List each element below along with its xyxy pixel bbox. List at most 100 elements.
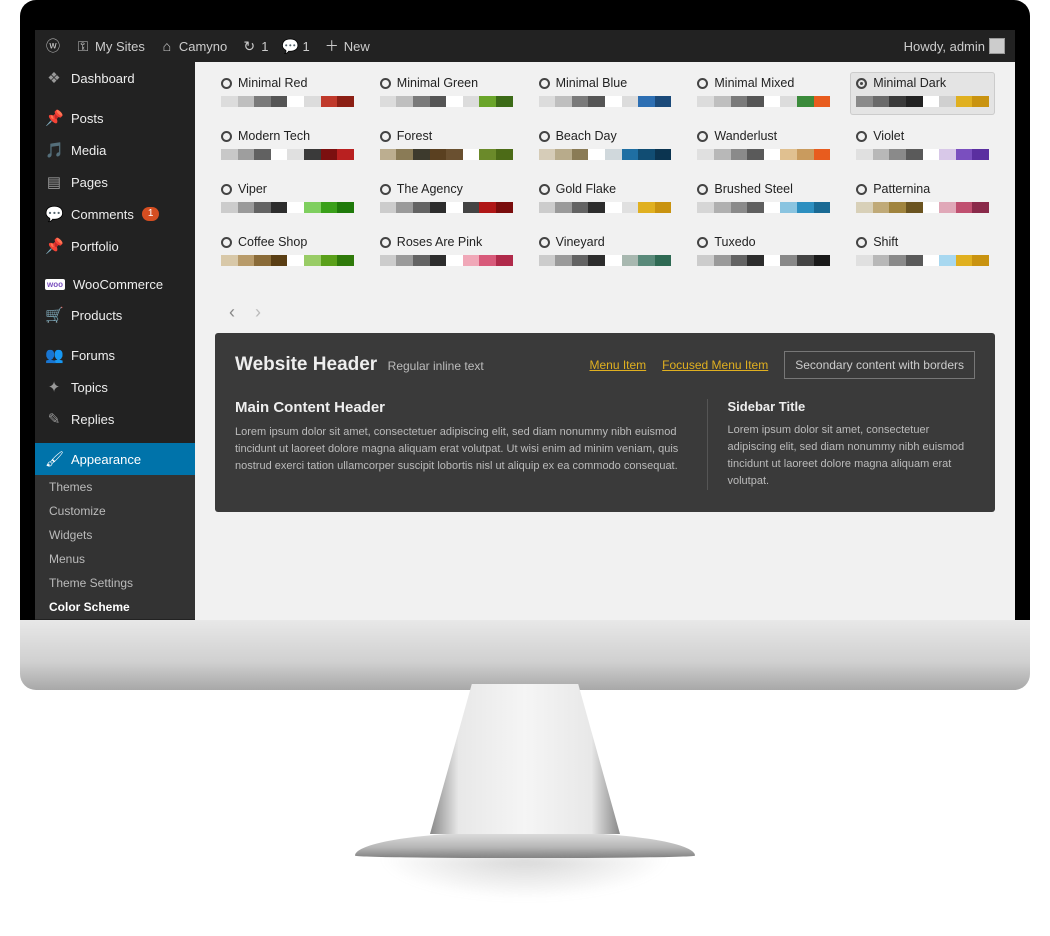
sidebar-item-media[interactable]: 🎵Media — [35, 134, 195, 166]
account-link[interactable]: Howdy, admin — [904, 38, 1005, 54]
scheme-card-coffee-shop[interactable]: Coffee Shop — [215, 231, 360, 274]
color-swatch — [747, 96, 764, 107]
radio-icon — [380, 184, 391, 195]
color-swatch — [714, 96, 731, 107]
scheme-card-tuxedo[interactable]: Tuxedo — [691, 231, 836, 274]
color-swatch — [873, 149, 890, 160]
scheme-name: Vineyard — [556, 235, 605, 249]
scheme-card-beach-day[interactable]: Beach Day — [533, 125, 678, 168]
preview-secondary-box[interactable]: Secondary content with borders — [784, 351, 975, 379]
color-swatch — [588, 149, 605, 160]
submenu-item-themes[interactable]: Themes — [35, 475, 195, 499]
sidebar-item-appearance[interactable]: 🖌Appearance — [35, 443, 195, 475]
sidebar-item-replies[interactable]: ✎Replies — [35, 403, 195, 435]
submenu-item-widgets[interactable]: Widgets — [35, 523, 195, 547]
scheme-name: Minimal Dark — [873, 76, 946, 90]
radio-icon — [697, 184, 708, 195]
color-swatch — [463, 149, 480, 160]
color-swatch — [972, 96, 989, 107]
color-swatch — [747, 149, 764, 160]
color-swatch — [856, 149, 873, 160]
submenu-item-menus[interactable]: Menus — [35, 547, 195, 571]
scheme-name: Minimal Mixed — [714, 76, 794, 90]
sidebar-item-comments[interactable]: 💬Comments1 — [35, 198, 195, 230]
color-swatch — [780, 149, 797, 160]
new-content-link[interactable]: ＋New — [324, 38, 370, 54]
scheme-card-minimal-dark[interactable]: Minimal Dark — [850, 72, 995, 115]
color-swatch — [221, 96, 238, 107]
content-area: Minimal Red Minimal Green Minimal Blue Mini… — [195, 62, 1015, 620]
color-swatch — [605, 96, 622, 107]
key-icon: ⚿ — [75, 38, 91, 54]
scheme-card-vineyard[interactable]: Vineyard — [533, 231, 678, 274]
color-swatch — [714, 202, 731, 213]
scheme-card-roses-are-pink[interactable]: Roses Are Pink — [374, 231, 519, 274]
my-sites-link[interactable]: ⚿My Sites — [75, 38, 145, 54]
color-swatch — [856, 96, 873, 107]
swatch-row — [539, 149, 672, 160]
color-swatch — [221, 255, 238, 266]
home-icon: ⌂ — [159, 38, 175, 54]
scheme-card-modern-tech[interactable]: Modern Tech — [215, 125, 360, 168]
color-swatch — [430, 255, 447, 266]
monitor-reflection — [355, 856, 695, 906]
prev-button[interactable]: ‹ — [229, 302, 235, 323]
color-swatch — [287, 255, 304, 266]
color-swatch — [254, 96, 271, 107]
sidebar-item-portfolio[interactable]: 📌Portfolio — [35, 230, 195, 262]
sidebar-item-products[interactable]: 🛒Products — [35, 299, 195, 331]
scheme-card-minimal-green[interactable]: Minimal Green — [374, 72, 519, 115]
radio-icon — [856, 131, 867, 142]
scheme-card-minimal-blue[interactable]: Minimal Blue — [533, 72, 678, 115]
scheme-card-gold-flake[interactable]: Gold Flake — [533, 178, 678, 221]
sidebar-item-dashboard[interactable]: ❖Dashboard — [35, 62, 195, 94]
color-swatch — [413, 96, 430, 107]
color-swatch — [972, 202, 989, 213]
color-swatch — [797, 202, 814, 213]
scheme-card-violet[interactable]: Violet — [850, 125, 995, 168]
site-name-label: Camyno — [179, 39, 227, 54]
scheme-card-wanderlust[interactable]: Wanderlust — [691, 125, 836, 168]
sidebar-item-pages[interactable]: ▤Pages — [35, 166, 195, 198]
sidebar-item-woocommerce[interactable]: wooWooCommerce — [35, 270, 195, 299]
submenu-item-customize[interactable]: Customize — [35, 499, 195, 523]
scheme-card-patternina[interactable]: Patternina — [850, 178, 995, 221]
color-swatch — [221, 202, 238, 213]
preview-header-sub: Regular inline text — [388, 359, 484, 373]
scheme-card-the-agency[interactable]: The Agency — [374, 178, 519, 221]
scheme-card-forest[interactable]: Forest — [374, 125, 519, 168]
preview-menu-item[interactable]: Menu Item — [589, 358, 646, 372]
scheme-card-brushed-steel[interactable]: Brushed Steel — [691, 178, 836, 221]
color-swatch — [655, 96, 672, 107]
sidebar-item-topics[interactable]: ✦Topics — [35, 371, 195, 403]
submenu-item-theme-settings[interactable]: Theme Settings — [35, 571, 195, 595]
color-swatch — [321, 96, 338, 107]
next-button[interactable]: › — [255, 302, 261, 323]
monitor-stand — [430, 684, 620, 834]
scheme-card-minimal-red[interactable]: Minimal Red — [215, 72, 360, 115]
scheme-card-minimal-mixed[interactable]: Minimal Mixed — [691, 72, 836, 115]
submenu-item-color-scheme[interactable]: Color Scheme — [35, 595, 195, 619]
color-swatch — [856, 255, 873, 266]
color-swatch — [337, 255, 354, 266]
color-swatch — [446, 96, 463, 107]
site-name-link[interactable]: ⌂ Camyno — [159, 38, 227, 54]
color-swatch — [906, 202, 923, 213]
updates-link[interactable]: ↻1 — [241, 38, 268, 54]
color-swatch — [304, 255, 321, 266]
radio-icon — [697, 78, 708, 89]
color-swatch — [271, 255, 288, 266]
scheme-name: Beach Day — [556, 129, 617, 143]
scheme-card-viper[interactable]: Viper — [215, 178, 360, 221]
sidebar-item-posts[interactable]: 📌Posts — [35, 102, 195, 134]
sidebar-item-forums[interactable]: 👥Forums — [35, 339, 195, 371]
comments-link[interactable]: 💬1 — [283, 38, 310, 54]
color-swatch — [321, 202, 338, 213]
wp-logo[interactable]: ⓦ — [45, 38, 61, 54]
scheme-card-shift[interactable]: Shift — [850, 231, 995, 274]
preview-menu-item-focused[interactable]: Focused Menu Item — [662, 358, 768, 372]
color-swatch — [605, 149, 622, 160]
color-swatch — [479, 255, 496, 266]
page-icon: ▤ — [45, 173, 63, 191]
scheme-name: Wanderlust — [714, 129, 777, 143]
